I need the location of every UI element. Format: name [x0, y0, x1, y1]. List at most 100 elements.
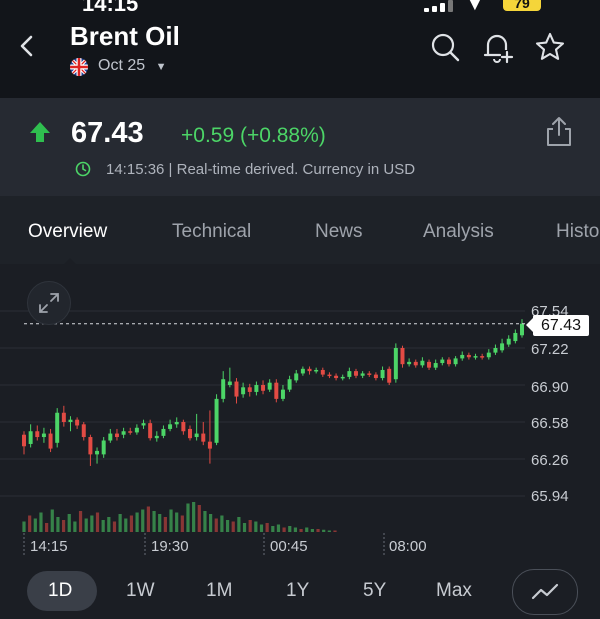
x-tick-label: 08:00 — [389, 538, 427, 555]
volume-bar — [327, 530, 331, 532]
candle — [500, 343, 505, 351]
candle — [101, 440, 106, 455]
search-icon[interactable] — [428, 30, 462, 64]
volume-bar — [141, 509, 145, 532]
candle — [360, 373, 365, 376]
range-1d[interactable]: 1D — [48, 580, 72, 602]
candle — [214, 398, 219, 443]
candle — [267, 382, 272, 390]
expand-chart-button[interactable] — [27, 281, 71, 325]
candle — [387, 368, 392, 383]
current-price-tag: 67.43 — [526, 315, 589, 336]
contract-label: Oct 25 — [98, 57, 146, 74]
chevron-down-icon: ▼ — [155, 61, 167, 73]
volume-bar — [45, 523, 49, 532]
candle — [493, 348, 498, 353]
candle — [168, 424, 173, 429]
bell-add-icon[interactable] — [480, 30, 514, 64]
realtime-info: 14:15:36 | Real-time derived. Currency i… — [106, 161, 416, 178]
candle — [520, 323, 524, 336]
tab-technical[interactable]: Technical — [172, 221, 251, 243]
tab-historical[interactable]: Histo — [556, 221, 600, 243]
volume-bar — [231, 521, 235, 532]
candle — [400, 348, 405, 365]
clock-icon — [75, 161, 91, 177]
volume-bar — [124, 518, 128, 532]
wifi-icon: ▼ — [466, 0, 484, 14]
candle — [41, 433, 46, 438]
chart-type-button[interactable] — [512, 569, 578, 615]
volume-bar — [197, 505, 201, 532]
volume-bar — [78, 511, 83, 532]
candle — [433, 363, 438, 368]
x-tick-label: 19:30 — [151, 538, 189, 555]
volume-bar — [282, 527, 286, 532]
signal-icon — [424, 0, 454, 12]
candle — [201, 433, 206, 442]
back-icon[interactable] — [14, 32, 42, 60]
candle — [121, 431, 126, 435]
volume-bar — [118, 514, 122, 532]
volume-bar — [293, 527, 298, 532]
volume-bar — [175, 512, 179, 532]
y-tick-label: 66.90 — [531, 379, 569, 396]
star-icon[interactable] — [533, 30, 567, 64]
tab-news[interactable]: News — [315, 221, 363, 243]
candle — [506, 338, 511, 345]
contract-selector[interactable]: Oct 25 ▼ — [98, 57, 166, 75]
range-1w[interactable]: 1W — [126, 580, 155, 602]
range-1y[interactable]: 1Y — [286, 580, 309, 602]
candle — [221, 379, 226, 399]
candle — [141, 423, 146, 426]
candle — [48, 433, 53, 449]
candle — [513, 332, 518, 342]
candle — [480, 356, 485, 358]
candle — [420, 360, 425, 366]
candle — [300, 368, 305, 374]
candle — [453, 358, 458, 365]
candle — [114, 433, 119, 438]
candle — [327, 374, 332, 377]
candle — [261, 385, 266, 391]
candle — [108, 433, 113, 441]
volume-bar — [305, 527, 309, 532]
volume-bar — [39, 512, 43, 532]
range-1m[interactable]: 1M — [206, 580, 232, 602]
volume-bar — [67, 514, 71, 532]
candle — [134, 427, 139, 433]
range-max[interactable]: Max — [436, 580, 472, 602]
volume-bar — [254, 521, 258, 532]
candle — [148, 423, 153, 439]
volume-bar — [152, 511, 156, 532]
volume-bar — [107, 517, 111, 532]
up-arrow-icon — [30, 122, 50, 142]
candle — [334, 375, 339, 379]
tab-analysis[interactable]: Analysis — [423, 221, 494, 243]
volume-bar — [192, 502, 196, 532]
volume-bar — [276, 524, 281, 532]
expand-icon — [39, 293, 59, 313]
y-tick-label: 65.94 — [531, 488, 569, 505]
line-chart-icon — [531, 583, 559, 600]
volume-bar — [220, 515, 224, 532]
volume-bar — [33, 518, 37, 532]
candle — [254, 385, 259, 392]
volume-bar — [112, 521, 117, 532]
candle — [68, 419, 73, 422]
status-time: 14:15 — [82, 0, 139, 16]
price-chart[interactable] — [0, 264, 600, 568]
volume-bar — [322, 529, 326, 532]
volume-bar — [288, 526, 292, 532]
candle — [486, 352, 491, 358]
volume-bar — [180, 515, 184, 532]
share-icon[interactable] — [544, 114, 574, 148]
candle — [307, 368, 312, 372]
tab-overview[interactable]: Overview — [28, 221, 107, 243]
volume-bar — [248, 520, 252, 532]
candle — [340, 376, 345, 379]
volume-bar — [22, 521, 26, 532]
volume-bar — [225, 520, 230, 532]
range-5y[interactable]: 5Y — [363, 580, 386, 602]
candle — [55, 412, 60, 443]
volume-bar — [237, 517, 241, 532]
